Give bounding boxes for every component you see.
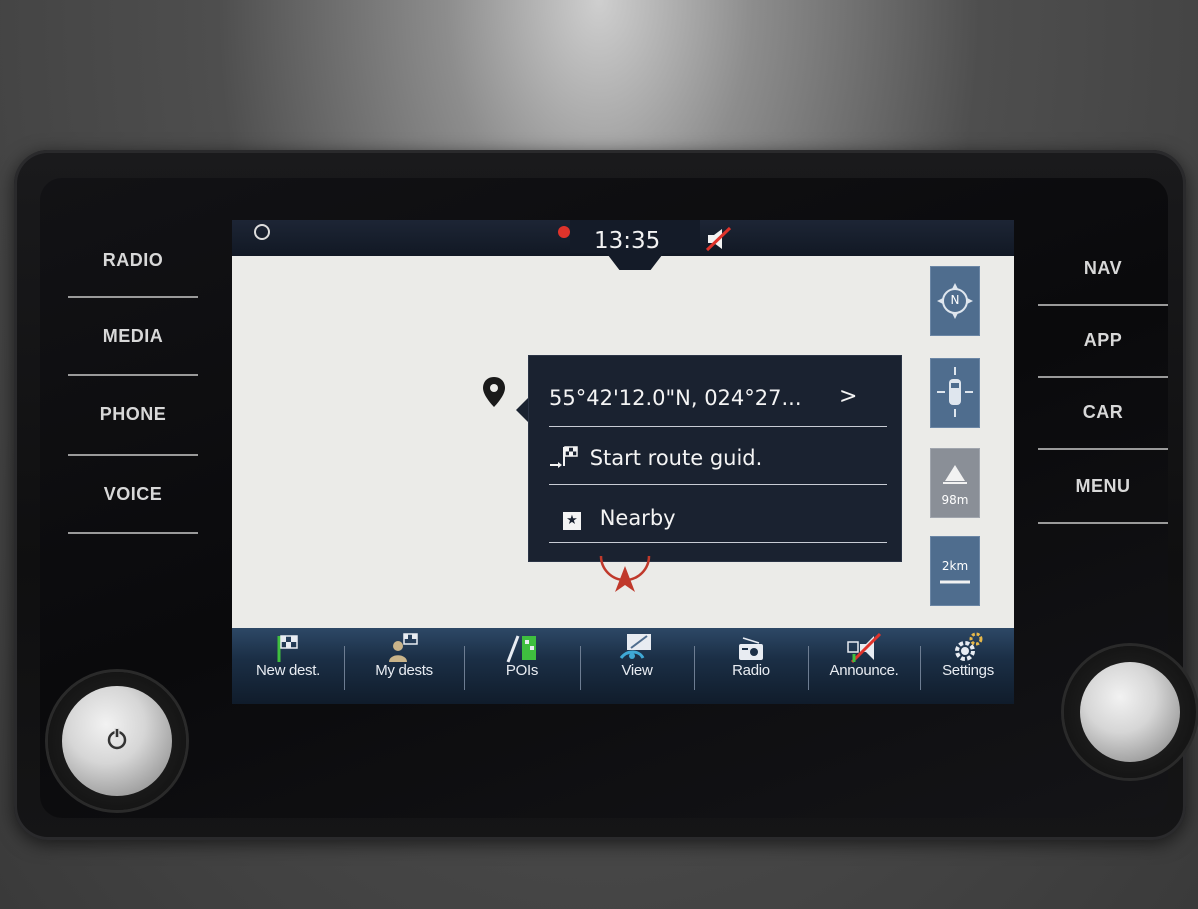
compass-circle-icon xyxy=(254,224,270,240)
radio-button[interactable]: Radio xyxy=(696,628,806,704)
divider xyxy=(68,532,198,534)
hw-menu-button[interactable]: MENU xyxy=(1038,476,1168,497)
announce-label: Announce. xyxy=(829,662,899,679)
settings-button[interactable]: Settings xyxy=(922,628,1014,704)
new-dest-button[interactable]: New dest. xyxy=(232,628,344,704)
hw-voice-button[interactable]: VOICE xyxy=(68,484,198,505)
gear-icon xyxy=(955,632,983,661)
nearby-button[interactable]: ★ Nearby xyxy=(549,506,889,530)
hw-app-button[interactable]: APP xyxy=(1038,330,1168,351)
scale-button[interactable]: 2km xyxy=(930,536,980,606)
vehicle-center-button[interactable] xyxy=(930,358,980,428)
route-flag-icon xyxy=(550,446,578,468)
view-button[interactable]: View xyxy=(582,628,692,704)
divider xyxy=(580,646,581,690)
mute-icon xyxy=(705,226,732,252)
north-label: N xyxy=(950,293,960,307)
elevation-value: 98m xyxy=(941,493,969,507)
divider xyxy=(920,646,921,690)
divider xyxy=(68,296,198,298)
infotainment-screen: 13:35 55°42'12.0"N, 024°27... > Start ro xyxy=(232,220,1014,704)
star-box-icon: ★ xyxy=(563,512,581,530)
divider xyxy=(1038,448,1168,450)
divider xyxy=(68,374,198,376)
divider xyxy=(694,646,695,690)
hw-media-button[interactable]: MEDIA xyxy=(68,326,198,347)
north-up-button[interactable]: N xyxy=(930,266,980,336)
chevron-right-icon: > xyxy=(839,384,858,409)
divider xyxy=(464,646,465,690)
divider xyxy=(344,646,345,690)
radio-label: Radio xyxy=(732,662,770,679)
poi-icon xyxy=(506,635,536,663)
mountain-icon xyxy=(943,465,967,484)
checkered-flag-icon xyxy=(277,635,298,662)
map-view-icon xyxy=(619,634,651,660)
announce-button[interactable]: Announce. xyxy=(810,628,918,704)
divider xyxy=(1038,522,1168,524)
coordinates-row[interactable]: 55°42'12.0"N, 024°27... xyxy=(549,386,889,410)
vehicle-position-icon xyxy=(599,555,651,592)
view-label: View xyxy=(621,662,653,679)
my-dests-button[interactable]: My dests xyxy=(346,628,462,704)
hw-car-button[interactable]: CAR xyxy=(1038,402,1168,423)
gps-dot-icon xyxy=(558,226,570,238)
location-pin-icon xyxy=(483,377,505,407)
volume-power-knob[interactable] xyxy=(48,672,186,810)
divider xyxy=(808,646,809,690)
hw-phone-button[interactable]: PHONE xyxy=(68,404,198,425)
my-dests-label: My dests xyxy=(375,662,433,679)
hw-radio-button[interactable]: RADIO xyxy=(68,250,198,271)
divider xyxy=(549,542,887,543)
start-route-button[interactable]: Start route guid. xyxy=(549,444,889,470)
tuning-knob[interactable] xyxy=(1064,646,1196,778)
start-route-label: Start route guid. xyxy=(589,446,763,470)
divider xyxy=(1038,376,1168,378)
divider xyxy=(549,426,887,427)
hw-nav-button[interactable]: NAV xyxy=(1038,258,1168,279)
clock: 13:35 xyxy=(594,228,661,254)
pois-button[interactable]: POIs xyxy=(466,628,578,704)
coordinates-text: 55°42'12.0"N, 024°27... xyxy=(549,386,802,410)
divider xyxy=(549,484,887,485)
scale-value: 2km xyxy=(941,559,969,573)
new-dest-label: New dest. xyxy=(256,662,320,679)
power-icon xyxy=(107,728,127,750)
pois-label: POIs xyxy=(505,662,539,679)
announce-mute-icon xyxy=(847,632,882,664)
tuning-knob-cap xyxy=(1080,662,1180,762)
elevation-button[interactable]: 98m xyxy=(930,448,980,518)
scale-bar-icon xyxy=(940,580,970,584)
person-flag-icon xyxy=(389,633,418,662)
radio-icon xyxy=(739,637,763,660)
location-popup: 55°42'12.0"N, 024°27... > Start route gu… xyxy=(528,355,902,562)
divider xyxy=(1038,304,1168,306)
car-center-icon xyxy=(937,367,973,417)
settings-label: Settings xyxy=(942,662,994,679)
bottom-menu-bar: New dest. My dests POIs View Radio Annou… xyxy=(232,628,1014,704)
nearby-label: Nearby xyxy=(599,506,676,530)
divider xyxy=(68,454,198,456)
